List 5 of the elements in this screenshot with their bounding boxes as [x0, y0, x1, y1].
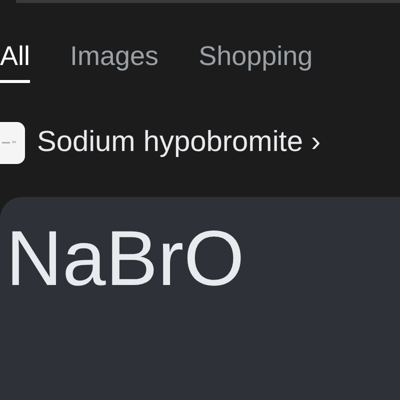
entity-link[interactable]: Sodium hypobromite › — [37, 121, 321, 165]
formula-text: NaBrO — [6, 219, 246, 297]
search-tab[interactable]: Shopping — [198, 33, 313, 83]
search-tab[interactable]: All — [0, 33, 30, 83]
search-tab[interactable]: Images — [70, 33, 159, 83]
